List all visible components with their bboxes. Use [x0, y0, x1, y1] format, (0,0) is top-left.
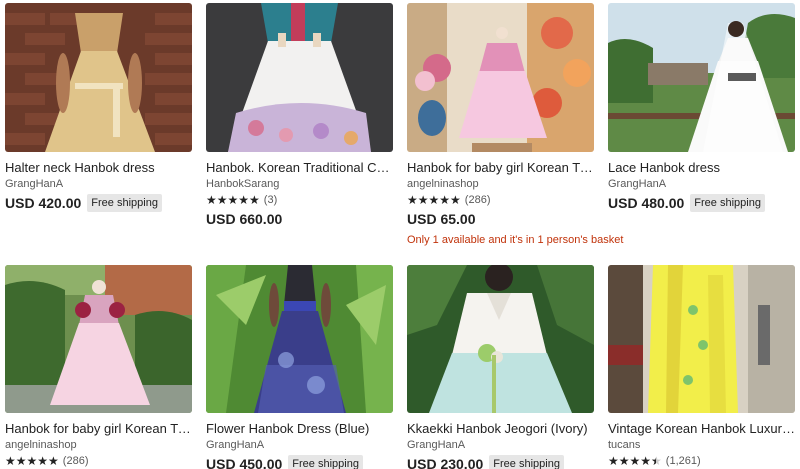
listing-card[interactable]: Hanbok for baby girl Korean Traditional … — [407, 3, 624, 246]
listing-card[interactable]: Hanbok for baby girl Korean Traditional … — [5, 265, 192, 468]
free-shipping-badge: Free shipping — [690, 194, 765, 212]
half-star-icon: ★ — [651, 454, 662, 468]
listing-image[interactable] — [5, 265, 192, 413]
listing-title[interactable]: Hanbok for baby girl Korean Traditional — [407, 160, 594, 176]
listing-price: USD 230.00 — [407, 456, 484, 469]
listing-card[interactable]: Lace Hanbok dress GrangHanA USD 480.00 F… — [608, 3, 795, 213]
shop-name[interactable]: GrangHanA — [5, 177, 192, 191]
shop-name[interactable]: GrangHanA — [608, 177, 795, 191]
shop-name[interactable]: GrangHanA — [206, 438, 393, 452]
shop-name[interactable]: GrangHanA — [407, 438, 594, 452]
listing-title[interactable]: Flower Hanbok Dress (Blue) — [206, 421, 393, 437]
shop-name[interactable]: tucans — [608, 438, 795, 452]
listing-card[interactable]: Hanbok. Korean Traditional Costume Hanbo… — [206, 3, 393, 229]
rating: ★★★★★ (286) — [5, 453, 192, 468]
star-rating-icon: ★★★★★ — [206, 192, 260, 207]
listing-title[interactable]: Vintage Korean Hanbok Luxury Korean — [608, 421, 795, 437]
listing-price: USD 660.00 — [206, 211, 283, 227]
listing-title[interactable]: Kkaekki Hanbok Jeogori (Ivory) — [407, 421, 594, 437]
review-count: (286) — [62, 454, 89, 467]
listing-card[interactable]: Flower Hanbok Dress (Blue) GrangHanA USD… — [206, 265, 393, 469]
free-shipping-badge: Free shipping — [288, 455, 363, 469]
rating: ★★★★★ (1,261) — [608, 453, 795, 468]
listing-title[interactable]: Halter neck Hanbok dress — [5, 160, 192, 176]
star-rating-icon: ★★★★★ — [608, 454, 662, 468]
free-shipping-badge: Free shipping — [87, 194, 162, 212]
full-stars: ★★★★ — [608, 453, 652, 468]
listing-title[interactable]: Hanbok. Korean Traditional Costume — [206, 160, 393, 176]
listing-card[interactable]: Kkaekki Hanbok Jeogori (Ivory) GrangHanA… — [407, 265, 594, 469]
rating: ★★★★★ (3) — [206, 192, 393, 207]
listing-image[interactable] — [608, 265, 795, 413]
listing-price: USD 65.00 — [407, 211, 476, 227]
shop-name[interactable]: angelninashop — [407, 177, 594, 191]
listing-price: USD 420.00 — [5, 195, 82, 211]
listing-price: USD 450.00 — [206, 456, 283, 469]
star-rating-icon: ★★★★★ — [5, 453, 59, 468]
listing-image[interactable] — [206, 3, 393, 152]
free-shipping-badge: Free shipping — [489, 455, 564, 469]
listing-image[interactable] — [5, 3, 192, 152]
listing-price: USD 480.00 — [608, 195, 685, 211]
shop-name[interactable]: angelninashop — [5, 438, 192, 452]
review-count: (286) — [464, 193, 491, 206]
rating: ★★★★★ (286) — [407, 192, 594, 207]
listing-card[interactable]: Vintage Korean Hanbok Luxury Korean tuca… — [608, 265, 795, 468]
listing-image[interactable] — [206, 265, 393, 413]
review-count: (1,261) — [665, 454, 701, 467]
review-count: (3) — [263, 193, 278, 206]
listing-image[interactable] — [407, 3, 594, 152]
star-rating-icon: ★★★★★ — [407, 192, 461, 207]
listing-image[interactable] — [407, 265, 594, 413]
scarcity-note: Only 1 available and it's in 1 person's … — [407, 234, 624, 246]
listing-title[interactable]: Hanbok for baby girl Korean Traditional — [5, 421, 192, 437]
listing-card[interactable]: Halter neck Hanbok dress GrangHanA USD 4… — [5, 3, 192, 213]
shop-name[interactable]: HanbokSarang — [206, 177, 393, 191]
listing-title[interactable]: Lace Hanbok dress — [608, 160, 795, 176]
listing-image[interactable] — [608, 3, 795, 152]
